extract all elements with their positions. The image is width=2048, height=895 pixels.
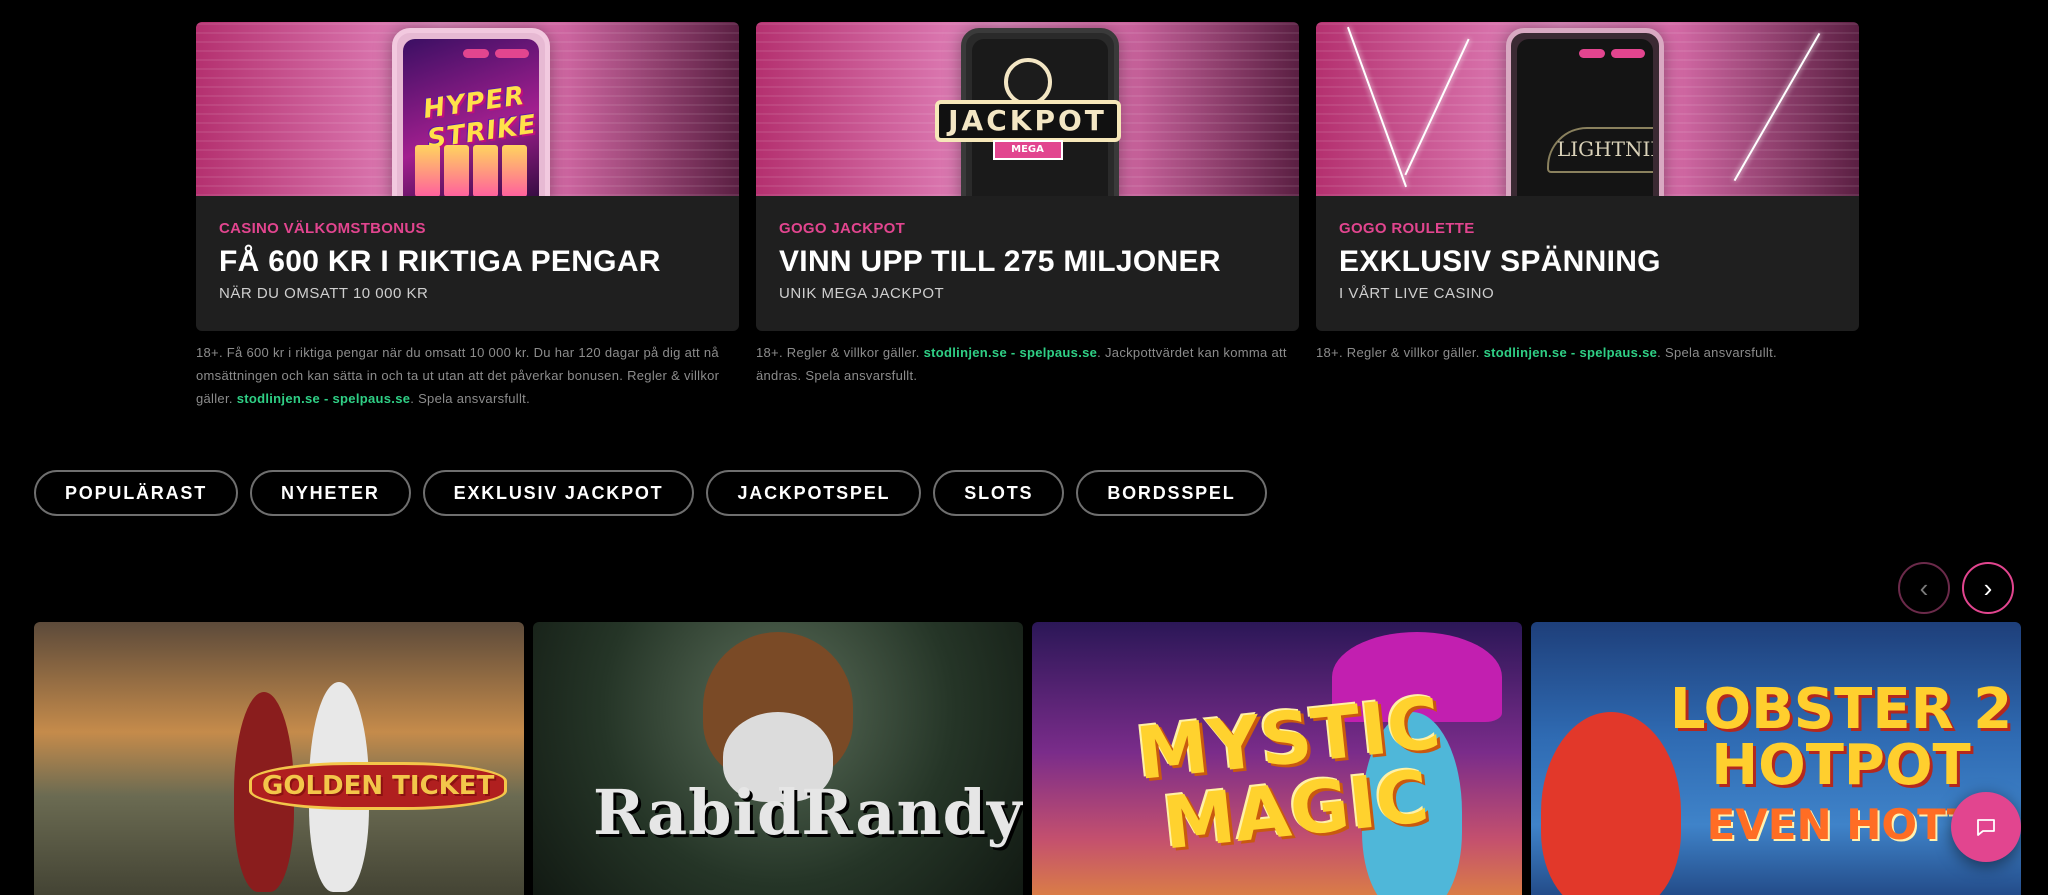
tab-bordsspel[interactable]: BORDSSPEL	[1076, 470, 1267, 516]
link-separator: -	[1566, 345, 1580, 360]
promo-kicker: GOGO JACKPOT	[779, 220, 906, 237]
phone-mockup: LIGHTNING	[1506, 28, 1664, 196]
carousel-next-button[interactable]: ›	[1962, 562, 2014, 614]
lightning-logo: LIGHTNING	[1547, 127, 1653, 173]
promo-kicker: GOGO ROULETTE	[1339, 220, 1475, 237]
stodlinjen-link[interactable]: stodlinjen.se	[924, 345, 1007, 360]
promo-terms: 18+. Regler & villkor gäller. stodlinjen…	[1316, 345, 1777, 360]
jackpot-mega-badge: MEGA	[992, 140, 1063, 160]
tab-jackpotspel[interactable]: JACKPOTSPEL	[706, 470, 922, 516]
spelpaus-link[interactable]: spelpaus.se	[1019, 345, 1097, 360]
tab-popularast[interactable]: POPULÄRAST	[34, 470, 239, 516]
game-tile-rabid-randy[interactable]: RabidRandy	[533, 622, 1023, 895]
promo-card-welcome-bonus[interactable]: HYPER STRIKE CASINO VÄLKOMSTBONUS FÅ 600…	[196, 22, 739, 331]
promo-column: LIGHTNING GOGO ROULETTE EXKLUSIV SPÄNNIN…	[1316, 22, 1859, 410]
chat-icon	[1977, 819, 1995, 836]
promo-image: JACKPOT MEGA	[756, 22, 1299, 196]
slot-logo: HYPER STRIKE	[421, 80, 539, 155]
category-tabs: POPULÄRAST NYHETER EXKLUSIV JACKPOT JACK…	[34, 470, 1267, 516]
promo-title: FÅ 600 KR I RIKTIGA PENGAR	[219, 245, 661, 278]
promo-image: HYPER STRIKE	[196, 22, 739, 196]
promo-image: LIGHTNING	[1316, 22, 1859, 196]
spelpaus-link[interactable]: spelpaus.se	[333, 391, 411, 406]
promo-column: JACKPOT MEGA GOGO JACKPOT VINN UPP TILL …	[756, 22, 1299, 410]
game-tile-lobster-hotpot-2[interactable]: LOBSTER 2 HOTPOT EVEN HOTT	[1531, 622, 2021, 895]
chevron-right-icon: ›	[1983, 572, 1993, 603]
promo-subtitle: NÄR DU OMSATT 10 000 KR	[219, 285, 429, 302]
jackpot-coin-icon	[1003, 58, 1052, 106]
tab-exklusiv-jackpot[interactable]: EXKLUSIV JACKPOT	[422, 470, 695, 516]
stodlinjen-link[interactable]: stodlinjen.se	[237, 391, 320, 406]
link-separator: -	[1006, 345, 1020, 360]
promo-subtitle: UNIK MEGA JACKPOT	[779, 285, 945, 302]
game-tile-mystic-magic[interactable]: MYSTIC MAGIC	[1032, 622, 1522, 895]
jackpot-logo: JACKPOT	[934, 100, 1121, 142]
stodlinjen-link[interactable]: stodlinjen.se	[1484, 345, 1567, 360]
promo-title: EXKLUSIV SPÄNNING	[1339, 245, 1661, 278]
promo-terms: 18+. Få 600 kr i riktiga pengar när du o…	[196, 345, 720, 406]
tab-nyheter[interactable]: NYHETER	[250, 470, 411, 516]
promo-title: VINN UPP TILL 275 MILJONER	[779, 245, 1221, 278]
promo-card-roulette[interactable]: LIGHTNING GOGO ROULETTE EXKLUSIV SPÄNNIN…	[1316, 22, 1859, 331]
spelpaus-link[interactable]: spelpaus.se	[1579, 345, 1657, 360]
game-logo: RabidRandy	[593, 776, 1023, 849]
game-logo: GOLDEN TICKET	[249, 762, 508, 810]
promo-kicker: CASINO VÄLKOMSTBONUS	[219, 220, 426, 237]
promo-terms: 18+. Regler & villkor gäller. stodlinjen…	[756, 345, 1287, 383]
chevron-left-icon: ‹	[1919, 572, 1929, 603]
phone-mockup: HYPER STRIKE	[392, 28, 550, 196]
game-carousel: GOLDEN TICKET RabidRandy MYSTIC MAGIC LO…	[34, 622, 2021, 895]
promo-row: HYPER STRIKE CASINO VÄLKOMSTBONUS FÅ 600…	[196, 22, 1859, 410]
game-tile-golden-ticket[interactable]: GOLDEN TICKET	[34, 622, 524, 895]
carousel-prev-button[interactable]: ‹	[1898, 562, 1950, 614]
promo-card-jackpot[interactable]: JACKPOT MEGA GOGO JACKPOT VINN UPP TILL …	[756, 22, 1299, 331]
tab-slots[interactable]: SLOTS	[933, 470, 1065, 516]
promo-column: HYPER STRIKE CASINO VÄLKOMSTBONUS FÅ 600…	[196, 22, 739, 410]
promo-subtitle: I VÅRT LIVE CASINO	[1339, 285, 1495, 302]
chat-button[interactable]	[1951, 792, 2021, 862]
link-separator: -	[320, 391, 333, 406]
